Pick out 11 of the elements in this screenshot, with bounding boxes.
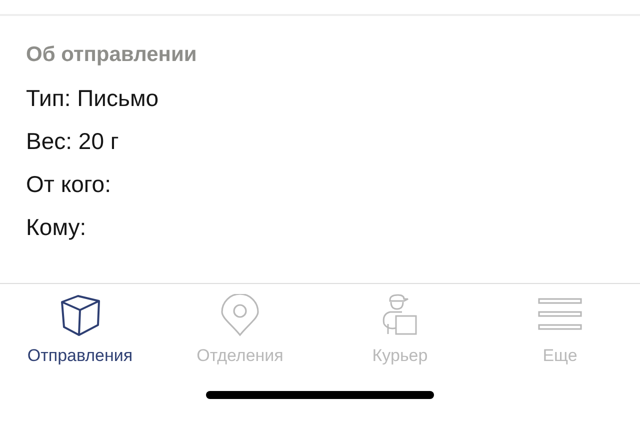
tab[interactable]: Курьер (320, 294, 480, 366)
detail-text: Тип: Письмо (26, 84, 160, 113)
tab[interactable]: Еще (480, 294, 640, 366)
detail-text: Вес: 20 г (26, 127, 120, 156)
location-pin-icon (218, 294, 262, 338)
section-title: Об отправлении (26, 43, 198, 67)
tab[interactable]: Отправления (0, 294, 160, 366)
cube-icon (58, 294, 102, 338)
tab[interactable]: Отделения (160, 294, 320, 366)
detail-text: Кому: (26, 213, 88, 242)
detail-text: От кого: (26, 170, 112, 199)
